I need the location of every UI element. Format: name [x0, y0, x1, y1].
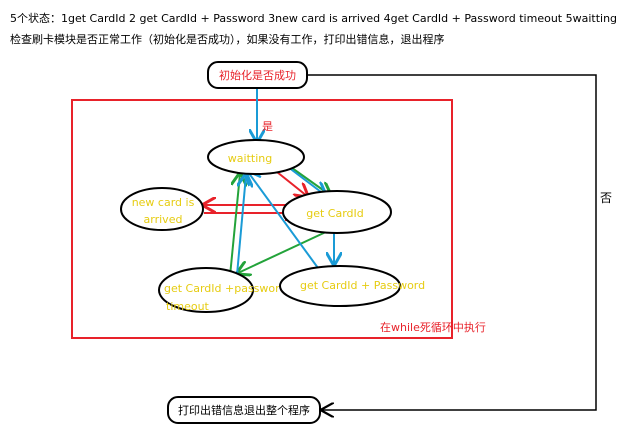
state-diagram: 5个状态：1get CardId 2 get CardId + Password…: [0, 0, 632, 436]
no-label: 否: [600, 191, 612, 205]
new-card-label-2: arrived: [144, 213, 183, 226]
password-label: get CardId + Password: [300, 279, 425, 292]
waitting-label: waitting: [228, 152, 272, 165]
diagram-svg: 5个状态：1get CardId 2 get CardId + Password…: [10, 11, 617, 424]
waitting-to-getcardid-blue: [287, 166, 325, 195]
header-states: 5个状态：1get CardId 2 get CardId + Password…: [10, 11, 617, 25]
timeout-label-2: timeout: [166, 300, 210, 313]
init-label: 初始化是否成功: [219, 68, 296, 82]
get-cardid-label: get CardId: [306, 207, 364, 220]
timeout-label-1: get CardId +password: [164, 282, 286, 295]
header-description: 检查刷卡模块是否正常工作（初始化是否成功），如果没有工作，打印出错信息，退出程序: [10, 32, 445, 46]
exit-label: 打印出错信息退出整个程序: [178, 403, 310, 417]
new-card-label-1: new card is: [132, 196, 195, 209]
while-loop-label: 在while死循环中执行: [380, 320, 486, 334]
getcardid-to-timeout: [238, 230, 329, 273]
yes-label: 是: [262, 120, 273, 133]
